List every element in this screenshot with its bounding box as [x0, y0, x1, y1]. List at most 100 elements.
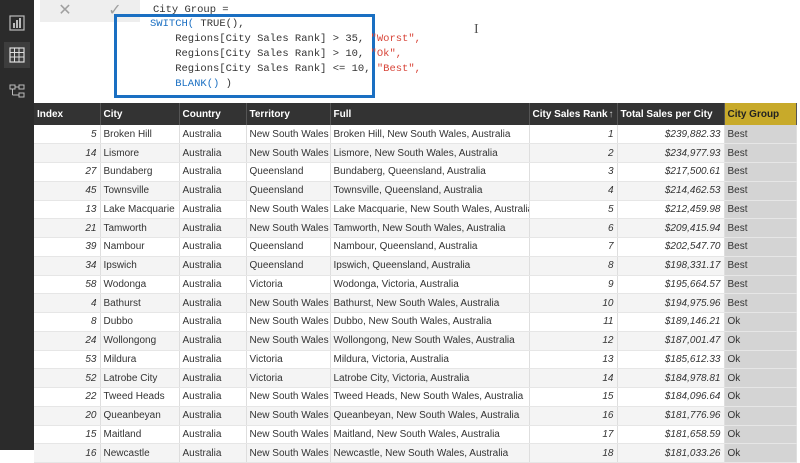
table-cell[interactable]: Ok	[724, 350, 797, 370]
table-cell[interactable]: 16	[34, 443, 101, 463]
table-row[interactable]: 53 Mildura Australia Victoria Mildura, Victo…	[34, 350, 797, 370]
table-cell[interactable]: 8	[34, 312, 101, 332]
table-cell[interactable]: New South Wales	[246, 331, 331, 351]
column-header-city[interactable]: City	[100, 103, 180, 125]
table-cell[interactable]: 14	[529, 368, 618, 388]
table-row[interactable]: 15 Maitland Australia New South Wales Maitla…	[34, 425, 797, 445]
table-cell[interactable]: $217,500.61	[617, 162, 725, 182]
column-header-index[interactable]: Index	[34, 103, 101, 125]
table-cell[interactable]: New South Wales	[246, 387, 331, 407]
table-cell[interactable]: 52	[34, 368, 101, 388]
table-cell[interactable]: Best	[724, 237, 797, 257]
table-cell[interactable]: Best	[724, 143, 797, 163]
table-cell[interactable]: $181,033.26	[617, 443, 725, 463]
table-row[interactable]: 13 Lake Macquarie Australia New South Wales…	[34, 200, 797, 220]
table-row[interactable]: 5 Broken Hill Australia New South Wales Brok…	[34, 125, 797, 145]
table-cell[interactable]: Australia	[179, 200, 247, 220]
table-row[interactable]: 27 Bundaberg Australia Queensland Bundaberg,…	[34, 162, 797, 182]
table-cell[interactable]: Queanbeyan	[100, 406, 180, 426]
table-cell[interactable]: Lismore, New South Wales, Australia	[330, 143, 530, 163]
table-cell[interactable]: Newcastle, New South Wales, Australia	[330, 443, 530, 463]
table-cell[interactable]: $187,001.47	[617, 331, 725, 351]
table-cell[interactable]: Queensland	[246, 162, 331, 182]
table-cell[interactable]: Bundaberg, Queensland, Australia	[330, 162, 530, 182]
table-cell[interactable]: Broken Hill, New South Wales, Australia	[330, 125, 530, 145]
table-cell[interactable]: New South Wales	[246, 425, 331, 445]
table-cell[interactable]: New South Wales	[246, 312, 331, 332]
table-cell[interactable]: 4	[529, 181, 618, 201]
table-cell[interactable]: Wodonga	[100, 275, 180, 295]
table-cell[interactable]: Australia	[179, 125, 247, 145]
table-cell[interactable]: $202,547.70	[617, 237, 725, 257]
table-cell[interactable]: Australia	[179, 293, 247, 313]
table-cell[interactable]: 9	[529, 275, 618, 295]
table-cell[interactable]: Victoria	[246, 275, 331, 295]
table-cell[interactable]: 27	[34, 162, 101, 182]
table-cell[interactable]: 39	[34, 237, 101, 257]
table-cell[interactable]: Dubbo	[100, 312, 180, 332]
table-cell[interactable]: $239,882.33	[617, 125, 725, 145]
table-cell[interactable]: Australia	[179, 256, 247, 276]
table-cell[interactable]: 21	[34, 218, 101, 238]
data-view-icon[interactable]	[4, 42, 30, 68]
column-header-city-sales-rank[interactable]: City Sales Rank ↑	[529, 103, 618, 125]
table-cell[interactable]: 24	[34, 331, 101, 351]
table-cell[interactable]: Best	[724, 162, 797, 182]
table-cell[interactable]: Tweed Heads	[100, 387, 180, 407]
table-cell[interactable]: Australia	[179, 387, 247, 407]
table-cell[interactable]: 3	[529, 162, 618, 182]
table-row[interactable]: 4 Bathurst Australia New South Wales Bathurs…	[34, 293, 797, 313]
table-cell[interactable]: Queensland	[246, 181, 331, 201]
table-cell[interactable]: 16	[529, 406, 618, 426]
table-cell[interactable]: Nambour, Queensland, Australia	[330, 237, 530, 257]
table-cell[interactable]: 11	[529, 312, 618, 332]
column-header-country[interactable]: Country	[179, 103, 247, 125]
table-row[interactable]: 21 Tamworth Australia New South Wales Tamwor…	[34, 218, 797, 238]
table-cell[interactable]: $189,146.21	[617, 312, 725, 332]
table-cell[interactable]: $194,975.96	[617, 293, 725, 313]
table-cell[interactable]: New South Wales	[246, 443, 331, 463]
table-cell[interactable]: Victoria	[246, 368, 331, 388]
table-cell[interactable]: Ipswich, Queensland, Australia	[330, 256, 530, 276]
table-cell[interactable]: Wollongong	[100, 331, 180, 351]
table-cell[interactable]: Townsville, Queensland, Australia	[330, 181, 530, 201]
table-cell[interactable]: 7	[529, 237, 618, 257]
table-cell[interactable]: Australia	[179, 425, 247, 445]
table-cell[interactable]: 53	[34, 350, 101, 370]
table-cell[interactable]: Ok	[724, 443, 797, 463]
table-cell[interactable]: 14	[34, 143, 101, 163]
table-cell[interactable]: Ok	[724, 425, 797, 445]
table-row[interactable]: 34 Ipswich Australia Queensland Ipswich, Que…	[34, 256, 797, 276]
table-cell[interactable]: Tweed Heads, New South Wales, Australia	[330, 387, 530, 407]
table-cell[interactable]: New South Wales	[246, 406, 331, 426]
table-cell[interactable]: Mildura	[100, 350, 180, 370]
table-row[interactable]: 39 Nambour Australia Queensland Nambour, Que…	[34, 237, 797, 257]
table-row[interactable]: 14 Lismore Australia New South Wales Lismore…	[34, 143, 797, 163]
table-cell[interactable]: $184,978.81	[617, 368, 725, 388]
table-cell[interactable]: Newcastle	[100, 443, 180, 463]
table-cell[interactable]: 8	[529, 256, 618, 276]
table-cell[interactable]: Ok	[724, 331, 797, 351]
table-cell[interactable]: New South Wales	[246, 125, 331, 145]
table-cell[interactable]: 34	[34, 256, 101, 276]
table-cell[interactable]: New South Wales	[246, 218, 331, 238]
table-cell[interactable]: Lismore	[100, 143, 180, 163]
table-row[interactable]: 52 Latrobe City Australia Victoria Latrobe C…	[34, 368, 797, 388]
table-cell[interactable]: 18	[529, 443, 618, 463]
table-cell[interactable]: $181,776.96	[617, 406, 725, 426]
table-cell[interactable]: 45	[34, 181, 101, 201]
table-cell[interactable]: 13	[34, 200, 101, 220]
table-cell[interactable]: 5	[529, 200, 618, 220]
table-cell[interactable]: Nambour	[100, 237, 180, 257]
table-cell[interactable]: Bathurst, New South Wales, Australia	[330, 293, 530, 313]
table-cell[interactable]: 58	[34, 275, 101, 295]
table-cell[interactable]: 1	[529, 125, 618, 145]
column-header-territory[interactable]: Territory	[246, 103, 331, 125]
table-cell[interactable]: Ok	[724, 312, 797, 332]
table-cell[interactable]: Queanbeyan, New South Wales, Australia	[330, 406, 530, 426]
table-cell[interactable]: Ipswich	[100, 256, 180, 276]
table-cell[interactable]: $181,658.59	[617, 425, 725, 445]
table-row[interactable]: 22 Tweed Heads Australia New South Wales Twe…	[34, 387, 797, 407]
column-header-full[interactable]: Full	[330, 103, 530, 125]
table-cell[interactable]: Maitland	[100, 425, 180, 445]
